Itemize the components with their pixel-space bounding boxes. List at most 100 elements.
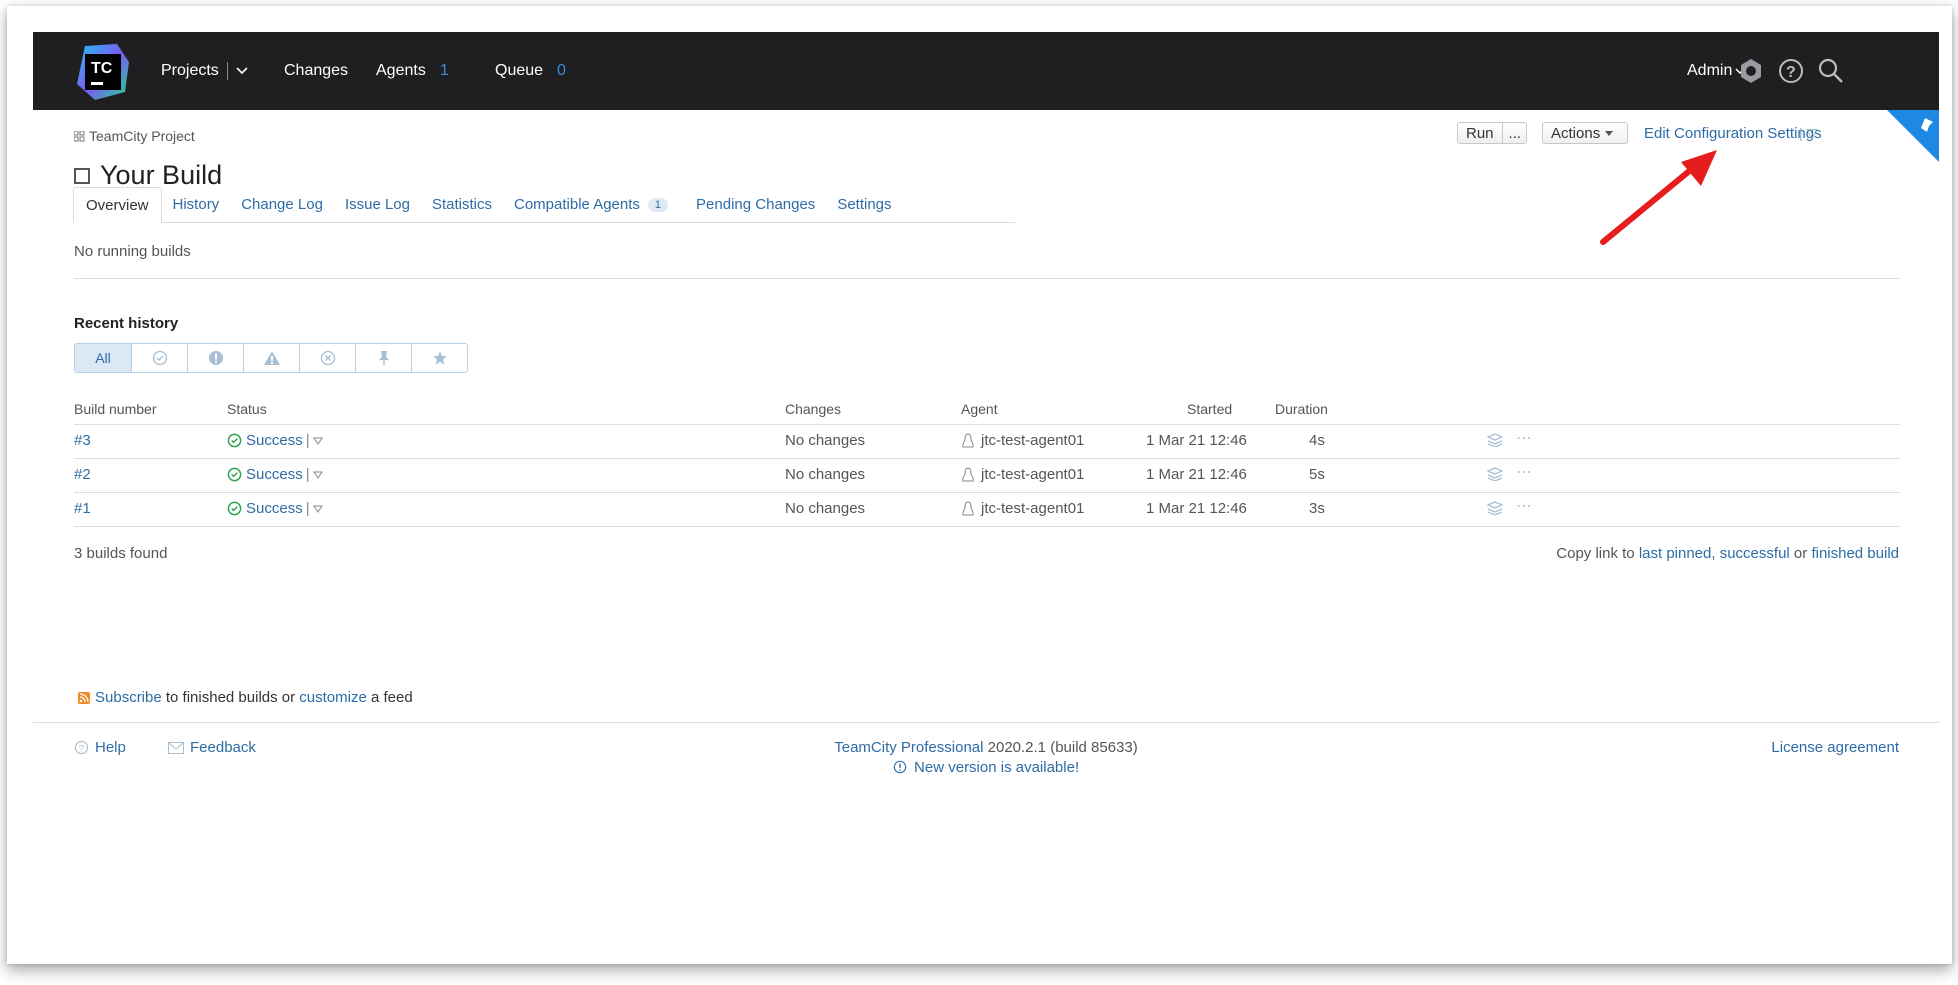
copy-link-text: Copy link to last pinned, successful or …: [1556, 545, 1899, 562]
tab-label: Settings: [837, 196, 892, 213]
tab-bar: Overview History Change Log Issue Log St…: [73, 187, 1015, 223]
successful-link[interactable]: successful: [1720, 545, 1790, 562]
chevron-down-icon[interactable]: [236, 67, 248, 75]
queue-count: 0: [557, 62, 566, 79]
run-label[interactable]: Run: [1458, 123, 1503, 143]
tab-overview[interactable]: Overview: [73, 187, 162, 223]
chevron-down-icon[interactable]: [312, 437, 323, 445]
filter-pinned[interactable]: [355, 344, 411, 372]
actions-label: Actions: [1551, 124, 1601, 142]
agent-name[interactable]: jtc-test-agent01: [981, 500, 1084, 517]
agent-cell[interactable]: jtc-test-agent01: [961, 500, 1084, 517]
duration-cell: 5s: [1309, 466, 1325, 483]
linux-agent-icon: [962, 500, 974, 515]
recent-history-heading: Recent history: [74, 315, 179, 332]
license-agreement-link[interactable]: License agreement: [1771, 739, 1899, 756]
copy-link-or: or: [1793, 545, 1808, 562]
more-options-icon[interactable]: ⋯: [1516, 496, 1532, 516]
filter-warning[interactable]: [243, 344, 299, 372]
filter-failed[interactable]: [187, 344, 243, 372]
status-label[interactable]: Success: [246, 432, 303, 449]
status-label[interactable]: Success: [246, 466, 303, 483]
tab-label: Compatible Agents: [514, 196, 640, 213]
help-icon[interactable]: ?: [1776, 56, 1806, 86]
agent-cell[interactable]: jtc-test-agent01: [961, 432, 1084, 449]
layers-icon[interactable]: [1487, 467, 1503, 481]
agent-cell[interactable]: jtc-test-agent01: [961, 466, 1084, 483]
layers-icon[interactable]: [1487, 433, 1503, 447]
subscribe-link[interactable]: Subscribe: [95, 689, 162, 706]
builds-found-text: 3 builds found: [74, 545, 168, 562]
new-version-notice[interactable]: New version is available!: [33, 759, 1939, 776]
search-icon[interactable]: [1816, 56, 1846, 86]
finished-build-link[interactable]: finished build: [1811, 545, 1899, 562]
teamcity-logo-icon[interactable]: TC: [71, 40, 135, 104]
filter-successful[interactable]: [131, 344, 187, 372]
run-button[interactable]: Run ...: [1457, 122, 1527, 144]
edit-settings-dropdown[interactable]: | ▽: [1799, 125, 1817, 142]
divider: |: [305, 466, 310, 483]
teamcity-app: TC Projects Changes Agents 1 Queue 0 Adm…: [33, 32, 1939, 964]
tab-statistics[interactable]: Statistics: [421, 194, 503, 222]
status-label[interactable]: Success: [246, 500, 303, 517]
tab-history[interactable]: History: [162, 194, 231, 222]
subscribe-row: Subscribe to finished builds or customiz…: [78, 689, 413, 706]
tab-label: Pending Changes: [696, 196, 816, 213]
nav-changes[interactable]: Changes: [284, 32, 348, 110]
more-options-icon[interactable]: ⋯: [1516, 462, 1532, 482]
new-version-label: New version is available!: [914, 759, 1080, 776]
top-navbar: TC Projects Changes Agents 1 Queue 0 Adm…: [33, 32, 1939, 110]
column-started: Started: [1187, 401, 1233, 417]
breadcrumb[interactable]: TeamCity Project: [74, 128, 195, 144]
nav-changes-label: Changes: [284, 62, 349, 79]
nav-projects[interactable]: Projects: [161, 32, 248, 110]
chevron-down-icon[interactable]: [312, 505, 323, 513]
tab-label: Issue Log: [344, 196, 410, 213]
nav-agents[interactable]: Agents 1: [376, 32, 449, 110]
tab-label: History: [172, 196, 220, 213]
filter-starred[interactable]: [411, 344, 467, 372]
build-status[interactable]: Success |: [227, 466, 323, 483]
success-check-icon: [227, 433, 242, 448]
tab-issue-log[interactable]: Issue Log: [334, 194, 421, 222]
build-status[interactable]: Success |: [227, 500, 323, 517]
footer-version: TeamCity Professional 2020.2.1 (build 85…: [33, 739, 1939, 756]
nav-projects-label: Projects: [161, 62, 219, 79]
breadcrumb-project[interactable]: TeamCity Project: [89, 128, 195, 144]
pin-icon: [378, 351, 389, 365]
tab-settings[interactable]: Settings: [826, 194, 902, 222]
tab-label: Statistics: [431, 196, 492, 213]
agent-name[interactable]: jtc-test-agent01: [981, 432, 1084, 449]
divider: |: [305, 500, 310, 517]
chevron-down-icon[interactable]: [312, 471, 323, 479]
tab-compatible-agents[interactable]: Compatible Agents 1: [503, 194, 679, 222]
subscribe-middle-text: to finished builds or: [165, 689, 296, 706]
layers-icon[interactable]: [1487, 501, 1503, 515]
edit-configuration-settings-link[interactable]: Edit Configuration Settings: [1644, 125, 1822, 142]
product-link[interactable]: TeamCity Professional: [834, 739, 983, 756]
tab-change-log[interactable]: Change Log: [230, 194, 334, 222]
tab-label: Change Log: [241, 196, 323, 213]
filter-all[interactable]: All: [75, 344, 131, 372]
build-number-link[interactable]: #1: [74, 500, 91, 517]
column-duration: Duration: [1275, 401, 1328, 417]
nav-queue[interactable]: Queue 0: [495, 32, 566, 110]
tab-pending-changes[interactable]: Pending Changes: [685, 194, 826, 222]
column-status: Status: [227, 401, 267, 417]
build-number-link[interactable]: #2: [74, 466, 91, 483]
new-ui-ribbon-icon[interactable]: [1887, 110, 1939, 162]
customize-link[interactable]: customize: [299, 689, 367, 706]
divider: [74, 424, 1900, 425]
last-pinned-link[interactable]: last pinned: [1639, 545, 1712, 562]
build-number-link[interactable]: #3: [74, 432, 91, 449]
more-options-icon[interactable]: ⋯: [1516, 428, 1532, 448]
run-more-button[interactable]: ...: [1503, 125, 1528, 142]
build-status[interactable]: Success |: [227, 432, 323, 449]
build-select-checkbox[interactable]: [74, 167, 90, 184]
divider: [74, 458, 1900, 459]
star-icon: [432, 351, 447, 365]
actions-button[interactable]: Actions: [1542, 122, 1628, 144]
plugin-hexagon-icon[interactable]: [1736, 56, 1766, 86]
filter-canceled[interactable]: [299, 344, 355, 372]
agent-name[interactable]: jtc-test-agent01: [981, 466, 1084, 483]
